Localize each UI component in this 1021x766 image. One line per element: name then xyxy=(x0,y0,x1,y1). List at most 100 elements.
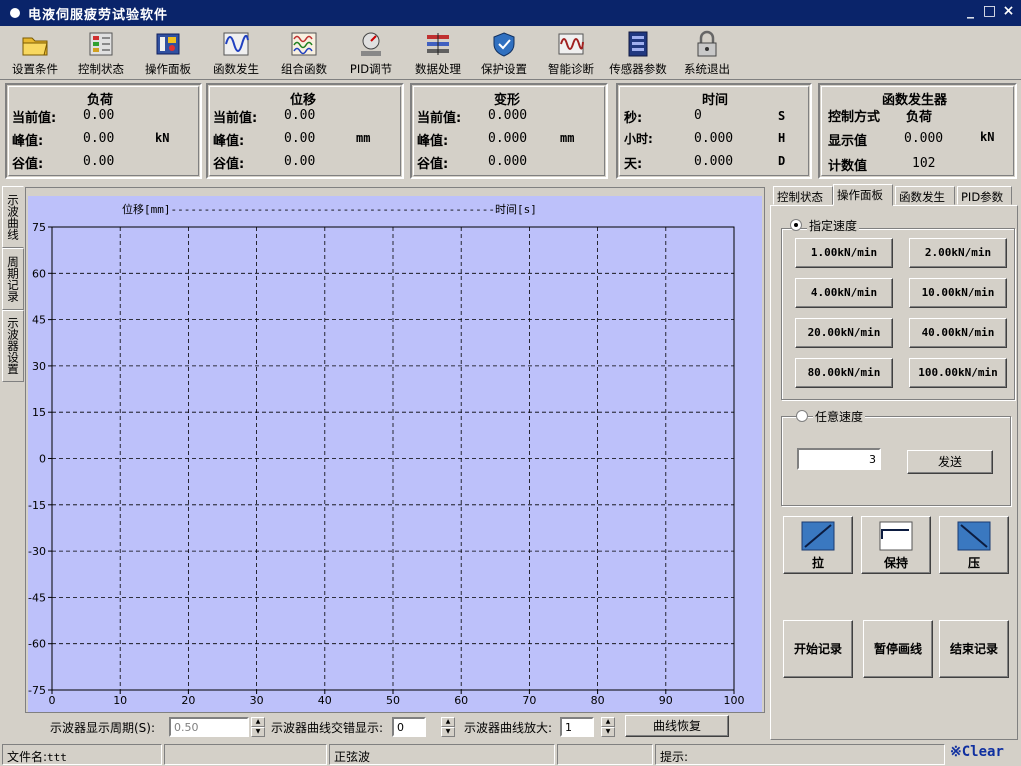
tab-operation-panel[interactable]: 操作面板 xyxy=(833,184,893,206)
displacement-title: 位移 xyxy=(290,93,317,108)
deformation-title: 变形 xyxy=(494,93,521,108)
send-button[interactable]: 发送 xyxy=(907,450,993,474)
protection-icon xyxy=(489,30,519,58)
y-tick-label: 15 xyxy=(32,406,46,419)
zoom-spinner[interactable]: ▲ ▼ xyxy=(601,717,615,737)
toolbar-combined-function[interactable]: 组合函数 xyxy=(276,30,332,78)
displacement-panel: 位移 当前值: 0.00 峰值: 0.00 mm 谷值: 0.00 xyxy=(206,83,404,179)
control-status-icon xyxy=(86,30,116,58)
preset-speed-radio[interactable] xyxy=(790,219,802,231)
sensor-icon xyxy=(623,30,653,58)
stop-record-button[interactable]: 结束记录 xyxy=(939,620,1009,678)
y-tick-label: 60 xyxy=(32,267,46,280)
tab-pid-params[interactable]: PID参数 xyxy=(957,186,1012,205)
restore-curve-button[interactable]: 曲线恢复 xyxy=(625,715,729,737)
speed-button-20[interactable]: 20.00kN/min xyxy=(795,318,893,348)
function-generator-panel: 函数发生器 控制方式 负荷 显示值 0.000 kN 计数值 102 xyxy=(818,83,1017,179)
stagger-input[interactable] xyxy=(392,717,426,737)
time-title: 时间 xyxy=(702,93,729,108)
y-tick-label: -15 xyxy=(28,499,46,512)
start-record-button[interactable]: 开始记录 xyxy=(783,620,853,678)
x-tick-label: 60 xyxy=(454,694,468,707)
tab-cycle-record[interactable]: 周期记录 xyxy=(2,248,24,310)
speed-button-1[interactable]: 1.00kN/min xyxy=(795,238,893,268)
x-tick-label: 20 xyxy=(181,694,195,707)
x-tick-label: 70 xyxy=(522,694,536,707)
custom-speed-radio[interactable] xyxy=(796,410,808,422)
time-sec-value: 0 xyxy=(694,108,702,123)
zoom-input[interactable] xyxy=(560,717,594,737)
y-tick-label: -45 xyxy=(28,591,46,604)
period-spinner[interactable]: ▲ ▼ xyxy=(251,717,265,737)
x-tick-label: 10 xyxy=(113,694,127,707)
hold-label: 保持 xyxy=(883,556,908,570)
toolbar-smart-diagnosis[interactable]: 智能诊断 xyxy=(544,30,598,78)
diagnosis-icon xyxy=(556,30,586,58)
toolbar-setup-conditions[interactable]: 设置条件 xyxy=(8,30,62,78)
deformation-current-label: 当前值: xyxy=(417,111,462,126)
load-current-value: 0.00 xyxy=(83,108,115,123)
toolbar-operation-panel[interactable]: 操作面板 xyxy=(140,30,196,78)
toolbar-function-generator[interactable]: 函数发生 xyxy=(208,30,264,78)
load-peak-value: 0.00 xyxy=(83,131,115,146)
clear-button[interactable]: ※Clear xyxy=(950,744,1004,760)
displacement-peak-value: 0.00 xyxy=(284,131,316,146)
compress-button[interactable]: 压 xyxy=(939,516,1009,574)
time-day-unit: D xyxy=(778,154,786,168)
time-hour-value: 0.000 xyxy=(694,131,734,146)
status-cell-empty-1 xyxy=(164,744,327,765)
file-name-cell: 文件名:ttt xyxy=(2,744,162,765)
speed-button-4[interactable]: 4.00kN/min xyxy=(795,278,893,308)
x-tick-label: 0 xyxy=(49,694,56,707)
toolbar-sensor-params[interactable]: 传感器参数 xyxy=(606,30,670,78)
displacement-current-label: 当前值: xyxy=(213,111,258,126)
toolbar-control-status[interactable]: 控制状态 xyxy=(74,30,128,78)
maximize-button[interactable]: □ xyxy=(981,3,998,20)
tab-control-status[interactable]: 控制状态 xyxy=(773,186,833,205)
hold-button[interactable]: 保持 xyxy=(861,516,931,574)
toolbar-label: 控制状态 xyxy=(78,62,124,76)
data-processing-icon xyxy=(423,30,453,58)
stagger-spinner[interactable]: ▲ ▼ xyxy=(441,717,455,737)
zoom-label: 示波器曲线放大: xyxy=(464,721,553,735)
toolbar-label: PID调节 xyxy=(349,62,393,76)
tab-oscilloscope-settings[interactable]: 示波器设置 xyxy=(2,310,24,382)
toolbar-data-processing[interactable]: 数据处理 xyxy=(410,30,466,78)
speed-button-100[interactable]: 100.00kN/min xyxy=(909,358,1007,388)
close-button[interactable]: × xyxy=(1000,3,1017,20)
toolbar-label: 函数发生 xyxy=(213,62,259,76)
combined-function-icon xyxy=(289,30,319,58)
x-tick-label: 80 xyxy=(591,694,605,707)
y-tick-label: -75 xyxy=(28,684,46,697)
toolbar: 设置条件 控制状态 操作面板 函数发生 组合函数 PID调节 数据处理 保护设置… xyxy=(0,26,1021,80)
deformation-valley-label: 谷值: xyxy=(417,157,449,172)
speed-button-40[interactable]: 40.00kN/min xyxy=(909,318,1007,348)
tab-function-generator[interactable]: 函数发生 xyxy=(895,186,955,205)
y-tick-label: -60 xyxy=(28,638,46,651)
oscilloscope-chart: 0 10 20 30 40 50 60 70 80 90 100 75 60 45 30 15 0 -15 -30 -… xyxy=(28,221,744,707)
x-tick-label: 90 xyxy=(659,694,673,707)
tab-oscilloscope-curve[interactable]: 示波曲线 xyxy=(2,186,24,248)
load-unit: kN xyxy=(155,131,170,145)
lock-icon xyxy=(692,30,722,58)
pause-curve-button[interactable]: 暂停画线 xyxy=(863,620,933,678)
toolbar-label: 系统退出 xyxy=(684,62,730,76)
oscilloscope-controls: 示波器显示周期(S): ▲▼ 示波器曲线交错显示: ▲▼ 示波器曲线放大: ▲▼… xyxy=(25,713,765,739)
minimize-button[interactable]: _ xyxy=(962,3,979,20)
speed-button-2[interactable]: 2.00kN/min xyxy=(909,238,1007,268)
tension-button[interactable]: 拉 xyxy=(783,516,853,574)
displacement-unit: mm xyxy=(356,131,371,145)
period-input[interactable] xyxy=(169,717,249,737)
speed-button-80[interactable]: 80.00kN/min xyxy=(795,358,893,388)
toolbar-system-exit[interactable]: 系统退出 xyxy=(680,30,734,78)
status-cell-empty-2 xyxy=(557,744,653,765)
display-unit: kN xyxy=(980,130,995,144)
waveform-type: 正弦波 xyxy=(329,744,555,765)
toolbar-protection-settings[interactable]: 保护设置 xyxy=(476,30,532,78)
time-sec-unit: S xyxy=(778,109,786,123)
control-mode-value: 负荷 xyxy=(906,110,933,125)
file-name-label: 文件名: xyxy=(7,750,48,764)
speed-button-10[interactable]: 10.00kN/min xyxy=(909,278,1007,308)
custom-speed-input[interactable] xyxy=(797,448,881,470)
toolbar-pid-tuning[interactable]: PID调节 xyxy=(344,30,398,78)
